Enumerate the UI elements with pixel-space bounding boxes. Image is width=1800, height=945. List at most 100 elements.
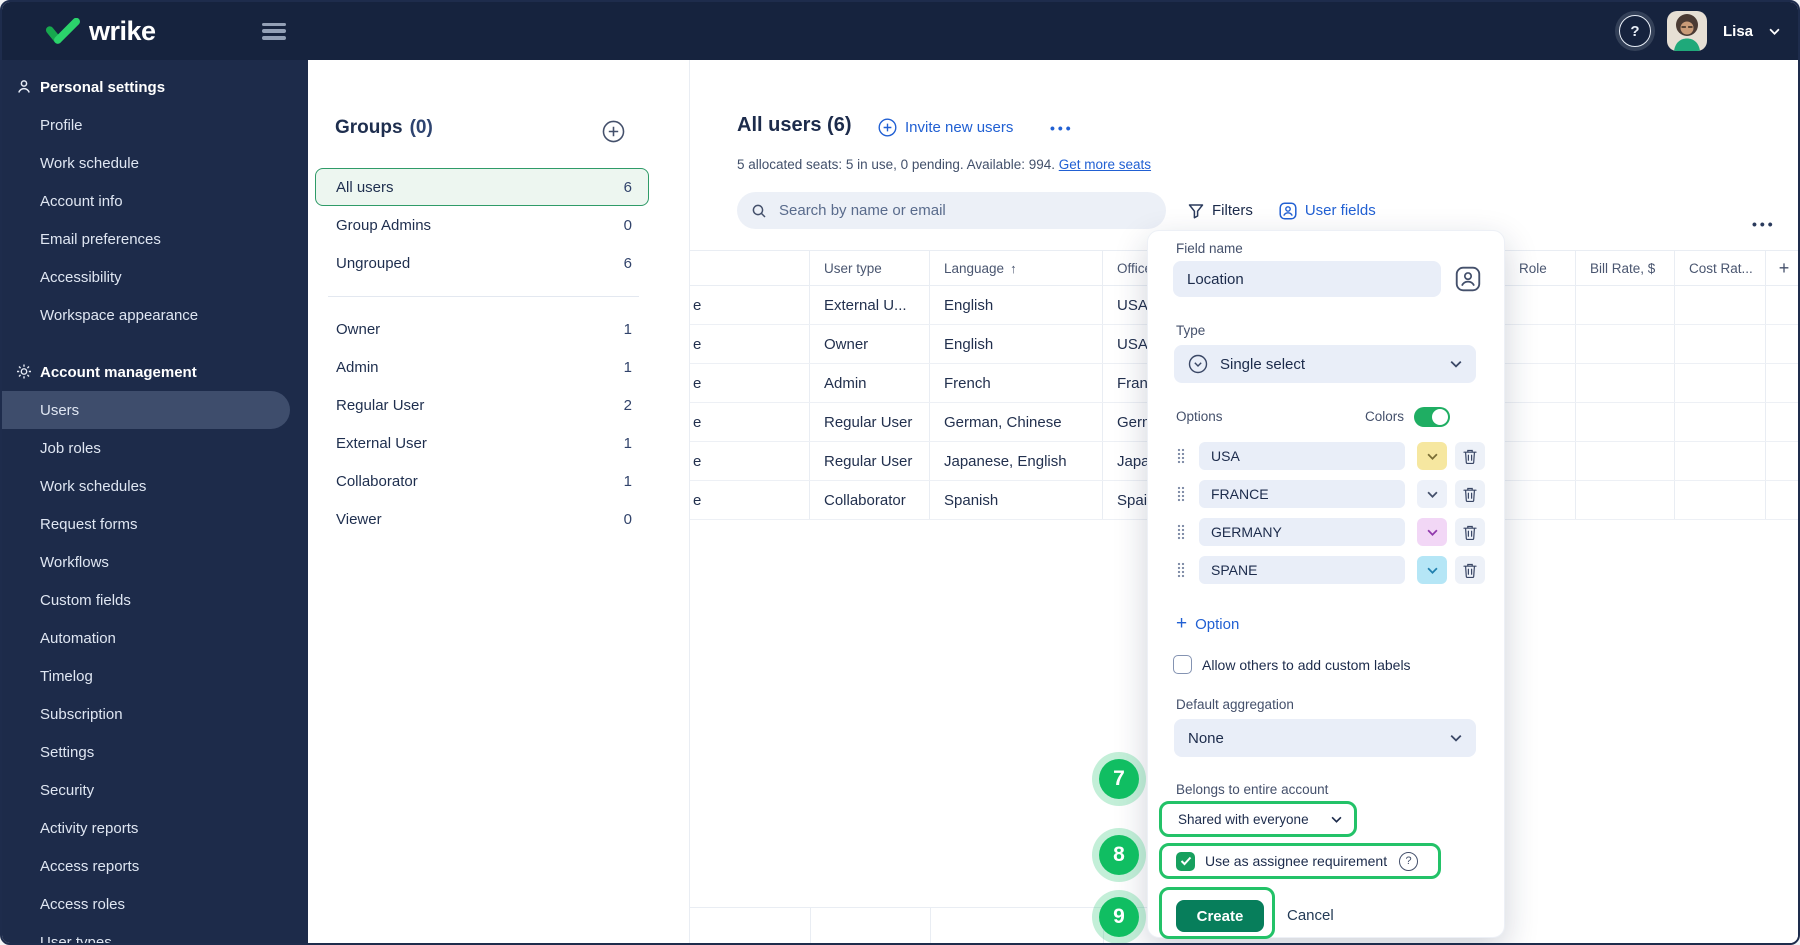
filters-button[interactable]: Filters xyxy=(1188,202,1253,219)
cell-name_fragment: e xyxy=(690,481,810,519)
group-item-all-users[interactable]: All users 6 xyxy=(315,168,649,206)
drag-handle-icon[interactable] xyxy=(1177,562,1187,578)
group-item-external-user[interactable]: External User 1 xyxy=(315,424,649,462)
column-header-bill-rate-: Bill Rate, $ xyxy=(1576,251,1675,285)
sidebar-item-users[interactable]: Users xyxy=(2,391,290,429)
help-icon[interactable]: ? xyxy=(1618,15,1651,47)
aggregation-select[interactable]: None xyxy=(1174,719,1476,757)
sidebar-item-email-preferences[interactable]: Email preferences xyxy=(2,220,308,258)
delete-option-icon[interactable] xyxy=(1455,442,1485,470)
cell-cost_rate xyxy=(1675,286,1766,324)
field-name-input[interactable] xyxy=(1173,261,1441,297)
sidebar-item-security[interactable]: Security xyxy=(2,771,308,809)
cell-add xyxy=(1766,442,1798,480)
sidebar-item-work-schedule[interactable]: Work schedule xyxy=(2,144,308,182)
group-item-label: Group Admins xyxy=(336,216,432,234)
group-item-regular-user[interactable]: Regular User 2 xyxy=(315,386,649,424)
sidebar-item-user-types[interactable]: User types xyxy=(2,923,308,944)
add-option-button[interactable]: + Option xyxy=(1176,613,1239,635)
get-more-seats-link[interactable]: Get more seats xyxy=(1059,157,1151,172)
sidebar-item-custom-fields[interactable]: Custom fields xyxy=(2,581,308,619)
sidebar-item-access-reports[interactable]: Access reports xyxy=(2,847,308,885)
sidebar-item-account-info[interactable]: Account info xyxy=(2,182,308,220)
sidebar-item-profile[interactable]: Profile xyxy=(2,106,308,144)
option-value-input[interactable] xyxy=(1199,518,1405,546)
sidebar-item-activity-reports[interactable]: Activity reports xyxy=(2,809,308,847)
avatar[interactable] xyxy=(1666,11,1707,51)
cell-bill_rate xyxy=(1576,325,1675,363)
wrike-logo-icon xyxy=(46,17,80,45)
cell-role xyxy=(1505,403,1576,441)
add-column-button[interactable]: + xyxy=(1766,251,1798,285)
cell-bill_rate xyxy=(1576,481,1675,519)
hamburger-icon[interactable] xyxy=(261,22,286,40)
cell-cost_rate xyxy=(1675,364,1766,402)
option-color-dropdown[interactable] xyxy=(1417,518,1447,546)
allow-custom-labels-checkbox[interactable] xyxy=(1173,655,1192,674)
plus-icon: + xyxy=(1176,613,1188,634)
brand-name: wrike xyxy=(89,15,156,46)
cancel-button[interactable]: Cancel xyxy=(1287,895,1334,935)
sidebar-item-accessibility[interactable]: Accessibility xyxy=(2,258,308,296)
single-select-icon xyxy=(1188,354,1208,374)
group-item-ungrouped[interactable]: Ungrouped 6 xyxy=(315,244,649,282)
more-options-icon[interactable]: ••• xyxy=(1050,120,1074,136)
cell-language: English xyxy=(930,286,1103,324)
group-item-viewer[interactable]: Viewer 0 xyxy=(315,500,649,538)
user-card-icon[interactable] xyxy=(1455,266,1481,292)
table-more-options-icon[interactable]: ••• xyxy=(1752,216,1776,232)
cell-cost_rate xyxy=(1675,403,1766,441)
user-name[interactable]: Lisa xyxy=(1723,23,1753,40)
sidebar-item-automation[interactable]: Automation xyxy=(2,619,308,657)
group-item-count: 6 xyxy=(623,254,632,272)
group-item-label: Collaborator xyxy=(336,472,418,490)
delete-option-icon[interactable] xyxy=(1455,556,1485,584)
option-color-dropdown[interactable] xyxy=(1417,556,1447,584)
group-item-owner[interactable]: Owner 1 xyxy=(315,310,649,348)
sidebar-item-access-roles[interactable]: Access roles xyxy=(2,885,308,923)
group-item-count: 1 xyxy=(623,358,632,376)
delete-option-icon[interactable] xyxy=(1455,518,1485,546)
drag-handle-icon[interactable] xyxy=(1177,524,1187,540)
sidebar-item-settings[interactable]: Settings xyxy=(2,733,308,771)
option-value-input[interactable] xyxy=(1199,556,1405,584)
search-input[interactable] xyxy=(777,201,1152,220)
drag-handle-icon[interactable] xyxy=(1177,486,1187,502)
groups-divider xyxy=(328,296,639,297)
option-value-input[interactable] xyxy=(1199,442,1405,470)
group-item-collaborator[interactable]: Collaborator 1 xyxy=(315,462,649,500)
chevron-down-icon[interactable] xyxy=(1769,28,1780,35)
cell-user_type: Collaborator xyxy=(810,481,930,519)
column-header-language[interactable]: Language ↑ xyxy=(930,251,1103,285)
search-box[interactable] xyxy=(737,192,1166,229)
group-item-admin[interactable]: Admin 1 xyxy=(315,348,649,386)
group-item-count: 1 xyxy=(623,320,632,338)
question-icon[interactable]: ? xyxy=(1399,851,1419,871)
person-icon xyxy=(16,79,33,96)
group-item-label: All users xyxy=(336,178,394,196)
option-color-dropdown[interactable] xyxy=(1417,480,1447,508)
sidebar-item-timelog[interactable]: Timelog xyxy=(2,657,308,695)
type-select[interactable]: Single select xyxy=(1174,345,1476,383)
delete-option-icon[interactable] xyxy=(1455,480,1485,508)
option-value-input[interactable] xyxy=(1199,480,1405,508)
sidebar-item-workspace-appearance[interactable]: Workspace appearance xyxy=(2,296,308,334)
group-item-group-admins[interactable]: Group Admins 0 xyxy=(315,206,649,244)
drag-handle-icon[interactable] xyxy=(1177,448,1187,464)
page-title: All users (6) xyxy=(737,114,852,136)
sidebar-item-subscription[interactable]: Subscription xyxy=(2,695,308,733)
create-button[interactable]: Create xyxy=(1176,900,1264,932)
sidebar-item-job-roles[interactable]: Job roles xyxy=(2,429,308,467)
sidebar-item-workflows[interactable]: Workflows xyxy=(2,543,308,581)
shared-with-select[interactable]: Shared with everyone xyxy=(1162,804,1354,834)
invite-new-users-button[interactable]: Invite new users xyxy=(878,118,1013,137)
colors-toggle[interactable] xyxy=(1414,407,1450,427)
user-fields-button[interactable]: User fields xyxy=(1279,201,1376,220)
column-header-name xyxy=(690,251,810,285)
sidebar-item-work-schedules[interactable]: Work schedules xyxy=(2,467,308,505)
sidebar-item-request-forms[interactable]: Request forms xyxy=(2,505,308,543)
assignee-requirement-checkbox[interactable] xyxy=(1176,851,1195,871)
option-color-dropdown[interactable] xyxy=(1417,442,1447,470)
group-item-count: 1 xyxy=(623,434,632,452)
add-group-icon[interactable] xyxy=(602,120,625,143)
